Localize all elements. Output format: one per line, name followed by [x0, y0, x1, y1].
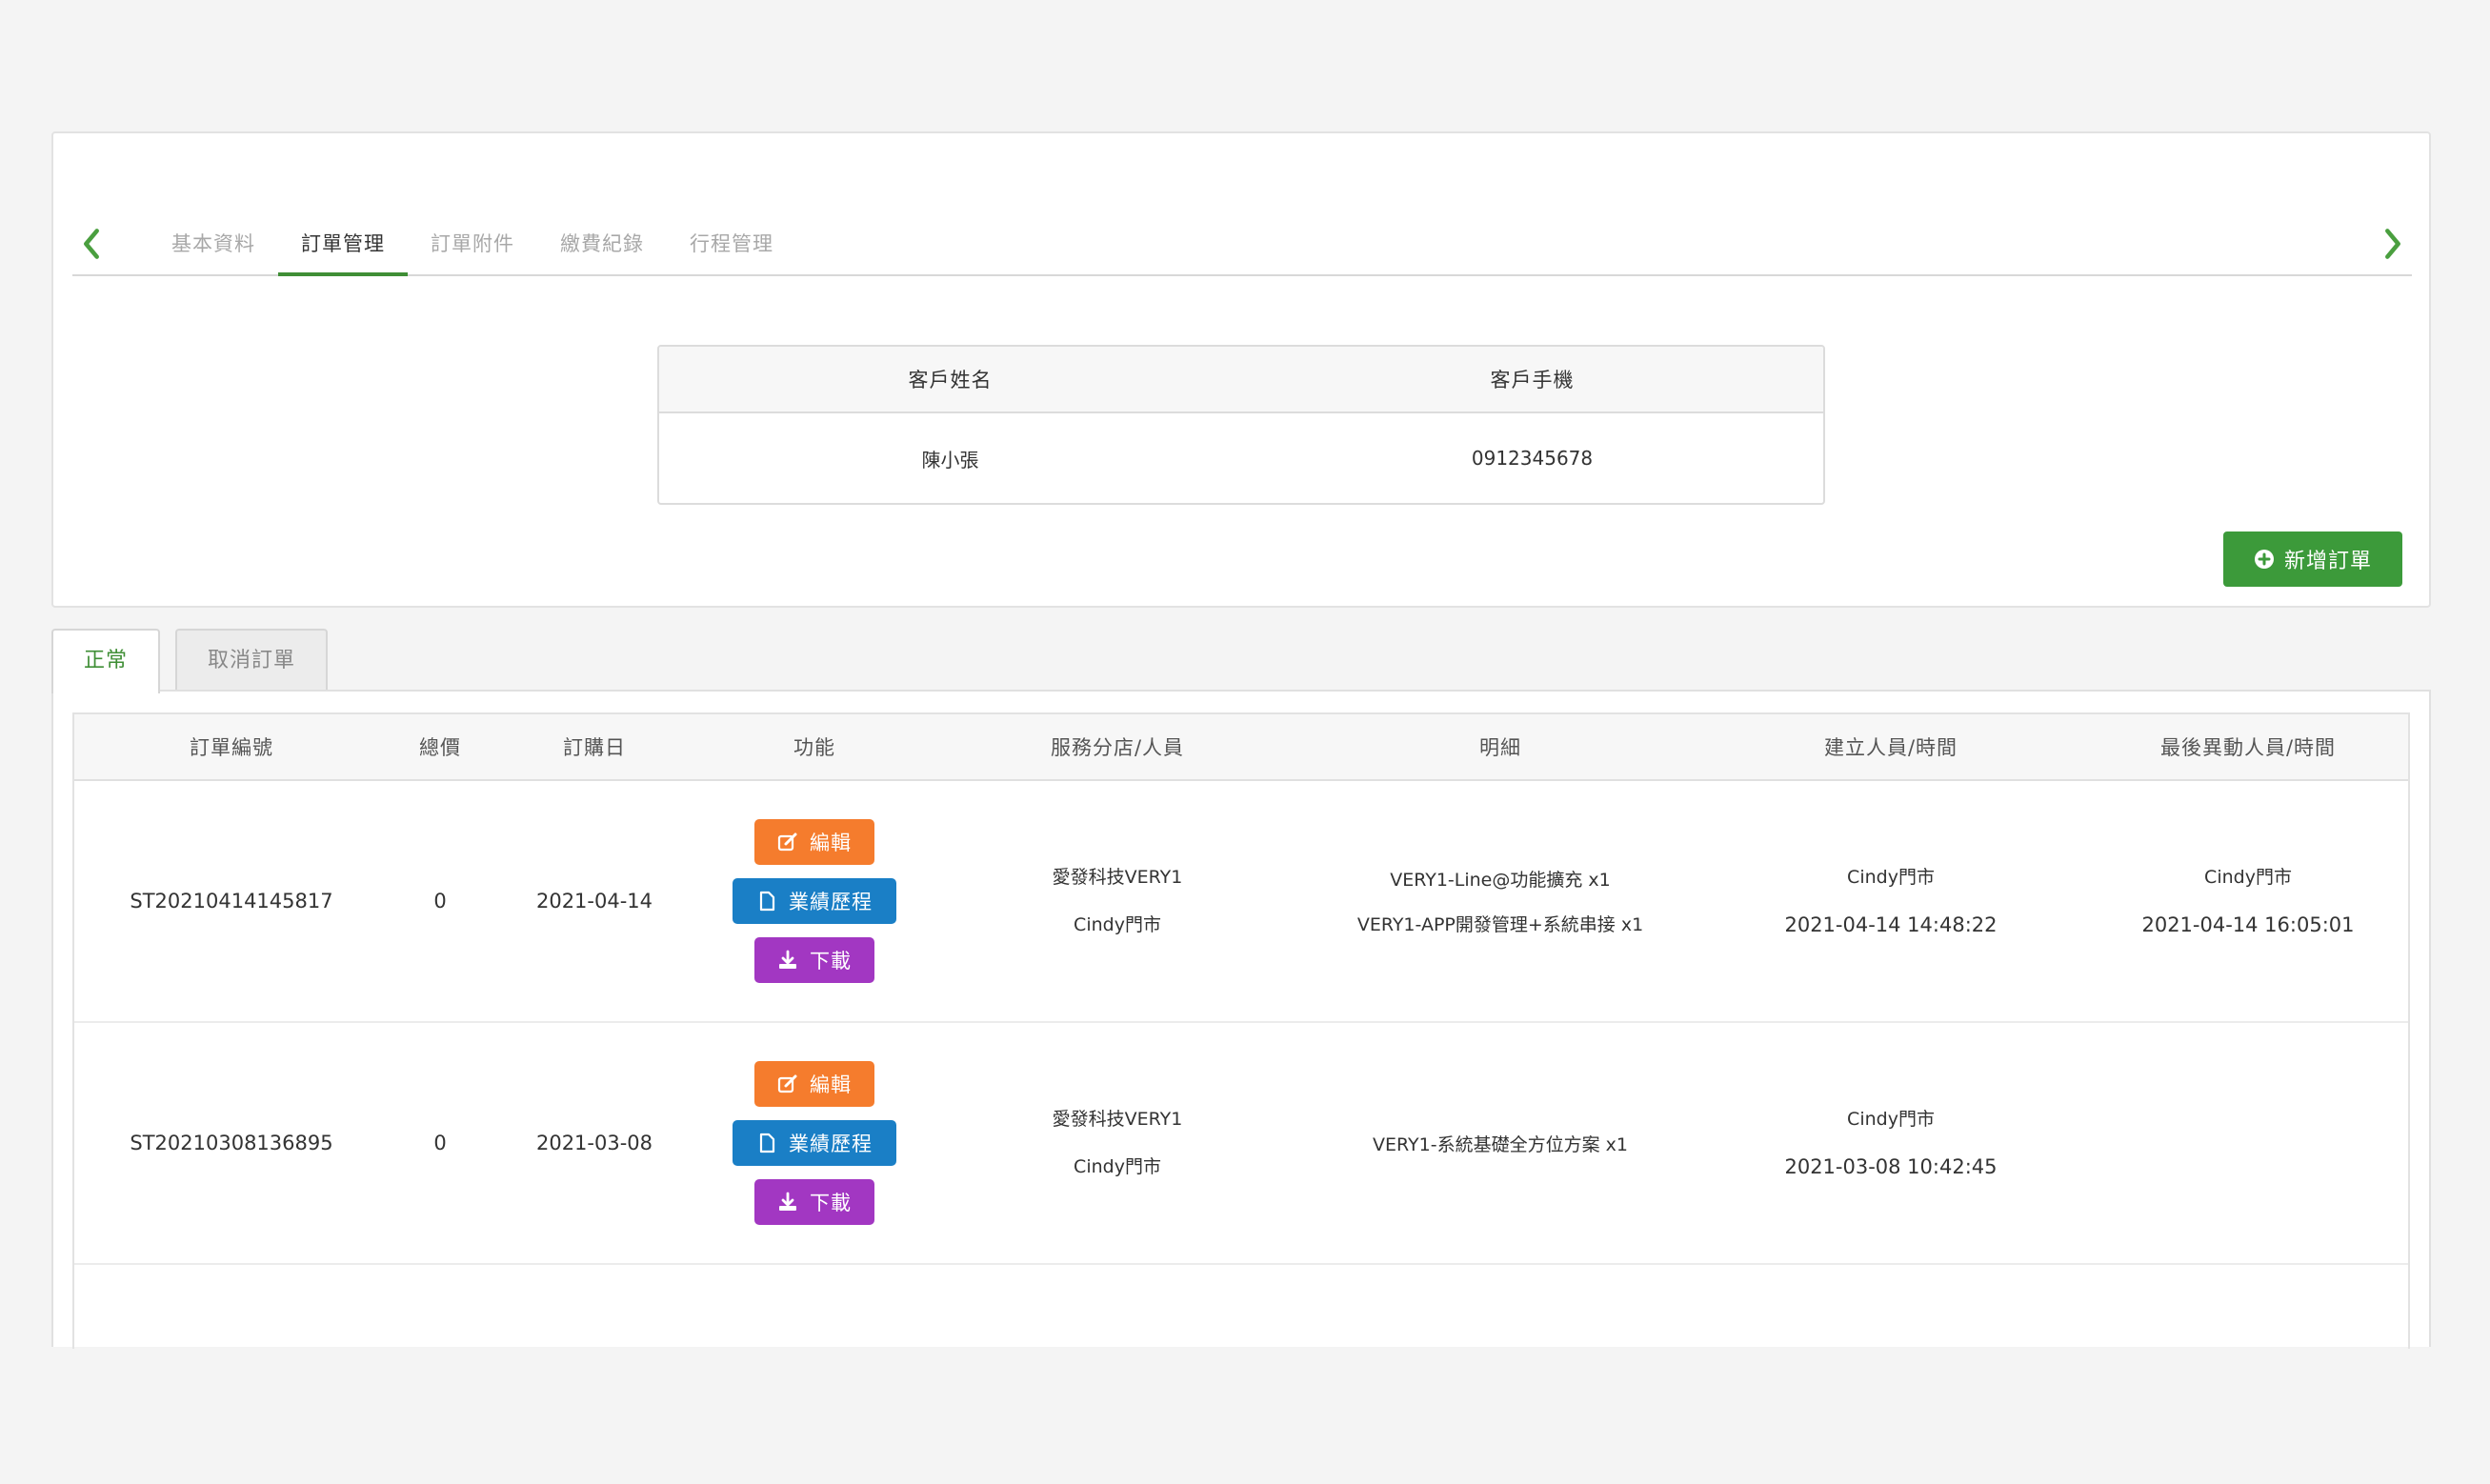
performance-history-button[interactable]: 業績歷程: [733, 878, 896, 924]
edit-button[interactable]: 編輯: [754, 819, 874, 865]
order-details: VERY1-Line@功能擴充 x1 VERY1-APP開發管理+系統串接 x1: [1303, 781, 1697, 1021]
edit-icon: [777, 1074, 797, 1093]
order-branch-staff: 愛發科技VERY1 Cindy門市: [932, 781, 1303, 1021]
order-details: VERY1-系統基礎全方位方案 x1: [1303, 1023, 1697, 1263]
order-staff: Cindy門市: [1074, 914, 1161, 935]
edit-label: 編輯: [810, 832, 852, 854]
header-details: 明細: [1479, 736, 1521, 759]
order-date: 2021-04-14: [535, 890, 653, 912]
tab-schedule-management[interactable]: 行程管理: [667, 217, 796, 276]
add-order-label: 新增訂單: [2283, 550, 2372, 573]
table-row: ST20210414145817 0 2021-04-14 編輯 業績歷程 下載…: [74, 781, 2408, 1023]
order-detail-item: VERY1-系統基礎全方位方案 x1: [1373, 1133, 1628, 1155]
file-icon: [759, 891, 775, 912]
order-actions: 編輯 業績歷程 下載: [697, 1023, 932, 1263]
order-detail-item: VERY1-APP開發管理+系統串接 x1: [1356, 914, 1644, 935]
order-id: ST20210308136895: [130, 1132, 333, 1154]
table-row: ST20210308136895 0 2021-03-08 編輯 業績歷程 下載…: [74, 1023, 2408, 1265]
order-modified: [2084, 1023, 2412, 1263]
download-icon: [779, 950, 796, 969]
order-branch: 愛發科技VERY1: [1052, 867, 1183, 888]
download-label: 下載: [810, 1192, 852, 1214]
header-order-id: 訂單編號: [190, 736, 273, 759]
header-order-date: 訂購日: [563, 736, 626, 759]
header-created: 建立人員/時間: [1823, 736, 1958, 759]
order-actions: 編輯 業績歷程 下載: [697, 781, 932, 1021]
order-staff: Cindy門市: [1074, 1156, 1161, 1177]
customer-card: 基本資料 訂單管理 訂單附件 繳費紀錄 行程管理 客戶姓名 客戶手機 陳小張 0…: [51, 131, 2431, 608]
order-total: 0: [433, 1132, 447, 1154]
tab-normal-orders[interactable]: 正常: [51, 629, 161, 693]
history-label: 業績歷程: [789, 891, 873, 913]
header-total: 總價: [419, 736, 461, 759]
download-button[interactable]: 下載: [754, 1179, 874, 1225]
order-branch-staff: 愛發科技VERY1 Cindy門市: [932, 1023, 1303, 1263]
edit-button[interactable]: 編輯: [754, 1061, 874, 1107]
order-total: 0: [433, 890, 447, 912]
tab-order-management[interactable]: 訂單管理: [278, 217, 408, 276]
tab-order-attachments[interactable]: 訂單附件: [408, 217, 537, 276]
customer-phone-header: 客戶手機: [1490, 369, 1575, 391]
tab-cancelled-orders[interactable]: 取消訂單: [175, 629, 329, 692]
file-icon: [759, 1133, 775, 1153]
order-created: Cindy門市 2021-04-14 14:48:22: [1697, 781, 2084, 1021]
download-button[interactable]: 下載: [754, 937, 874, 983]
edit-icon: [777, 832, 797, 852]
history-label: 業績歷程: [789, 1133, 873, 1155]
chevron-left-icon[interactable]: [72, 225, 110, 263]
order-panel: 訂單編號 總價 訂購日 功能 服務分店/人員 明細 建立人員/時間 最後異動人員…: [51, 690, 2431, 1349]
tab-basic-info[interactable]: 基本資料: [149, 217, 278, 276]
created-by: Cindy門市: [1847, 867, 1935, 888]
order-modified: Cindy門市 2021-04-14 16:05:01: [2084, 781, 2412, 1021]
customer-name-header: 客戶姓名: [908, 369, 993, 391]
created-at: 2021-04-14 14:48:22: [1784, 913, 1998, 936]
orders-table: 訂單編號 總價 訂購日 功能 服務分店/人員 明細 建立人員/時間 最後異動人員…: [72, 712, 2410, 1349]
performance-history-button[interactable]: 業績歷程: [733, 1120, 896, 1166]
download-icon: [779, 1192, 796, 1211]
order-id: ST20210414145817: [130, 890, 333, 912]
customer-info-table: 客戶姓名 客戶手機 陳小張 0912345678: [657, 345, 1825, 505]
tab-payment-records[interactable]: 繳費紀錄: [537, 217, 667, 276]
created-at: 2021-03-08 10:42:45: [1784, 1155, 1998, 1178]
header-functions: 功能: [793, 736, 835, 759]
header-branch-staff: 服務分店/人員: [1050, 736, 1185, 759]
download-label: 下載: [810, 950, 852, 973]
orders-table-header: 訂單編號 總價 訂購日 功能 服務分店/人員 明細 建立人員/時間 最後異動人員…: [74, 714, 2408, 781]
order-date: 2021-03-08: [535, 1132, 653, 1154]
order-detail-item: VERY1-Line@功能擴充 x1: [1390, 870, 1611, 891]
order-status-tabs: 正常 取消訂單: [51, 629, 329, 693]
customer-phone: 0912345678: [1471, 447, 1594, 470]
plus-circle-icon: [2254, 550, 2274, 569]
section-tabbar: 基本資料 訂單管理 訂單附件 繳費紀錄 行程管理: [72, 217, 2412, 276]
modified-at: 2021-04-14 16:05:01: [2141, 913, 2355, 936]
customer-info-header: 客戶姓名 客戶手機: [659, 347, 1823, 413]
edit-label: 編輯: [810, 1073, 852, 1096]
chevron-right-icon[interactable]: [2374, 225, 2412, 263]
created-by: Cindy門市: [1847, 1109, 1935, 1130]
customer-name: 陳小張: [921, 448, 979, 471]
order-created: Cindy門市 2021-03-08 10:42:45: [1697, 1023, 2084, 1263]
modified-by: Cindy門市: [2204, 867, 2292, 888]
header-modified: 最後異動人員/時間: [2159, 736, 2337, 759]
add-order-button[interactable]: 新增訂單: [2223, 531, 2402, 587]
section-tabs: 基本資料 訂單管理 訂單附件 繳費紀錄 行程管理: [149, 217, 796, 276]
order-branch: 愛發科技VERY1: [1052, 1109, 1183, 1130]
customer-info-row: 陳小張 0912345678: [659, 413, 1823, 503]
